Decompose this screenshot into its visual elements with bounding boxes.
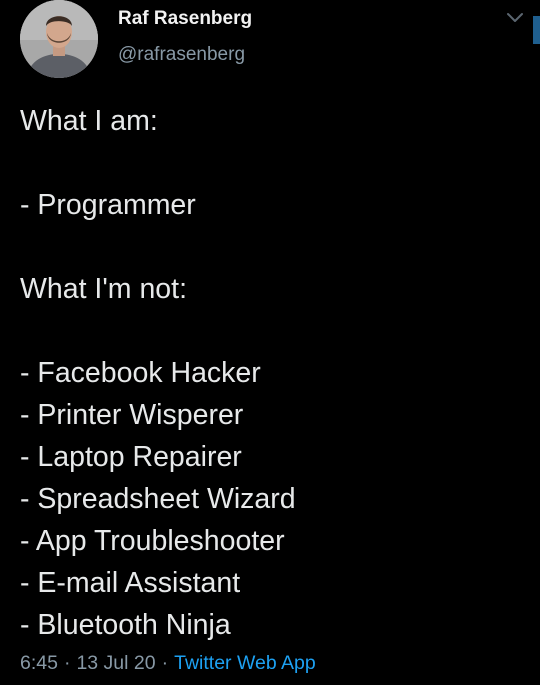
avatar[interactable] — [20, 0, 98, 78]
scroll-edge-indicator — [533, 16, 540, 44]
tweet-line: - Spreadsheet Wizard — [20, 483, 296, 515]
tweet-line: What I'm not: — [20, 273, 187, 305]
tweet-source-link[interactable]: Twitter Web App — [174, 652, 316, 674]
profile-photo-icon — [20, 0, 98, 78]
tweet-line: - E-mail Assistant — [20, 567, 241, 599]
tweet-line: - Bluetooth Ninja — [20, 609, 231, 641]
tweet-line: - App Troubleshooter — [20, 525, 285, 557]
tweet-date[interactable]: 13 Jul 20 — [76, 652, 155, 674]
tweet-line: - Laptop Repairer — [20, 441, 242, 473]
separator: · — [161, 652, 169, 674]
tweet-text: What I am: - Programmer What I'm not: - … — [20, 100, 530, 646]
display-name[interactable]: Raf Rasenberg — [118, 8, 252, 30]
tweet-metadata: 6:45 · 13 Jul 20 · Twitter Web App — [20, 652, 316, 675]
tweet-time[interactable]: 6:45 — [20, 652, 58, 674]
username-handle[interactable]: @rafrasenberg — [118, 44, 245, 66]
tweet-line: - Programmer — [20, 189, 196, 221]
tweet-line: - Facebook Hacker — [20, 357, 261, 389]
chevron-down-icon[interactable] — [505, 10, 525, 26]
separator: · — [63, 652, 71, 674]
tweet: Raf Rasenberg @rafrasenberg What I am: -… — [0, 0, 540, 685]
tweet-line: - Printer Wisperer — [20, 399, 244, 431]
tweet-line: What I am: — [20, 105, 158, 137]
